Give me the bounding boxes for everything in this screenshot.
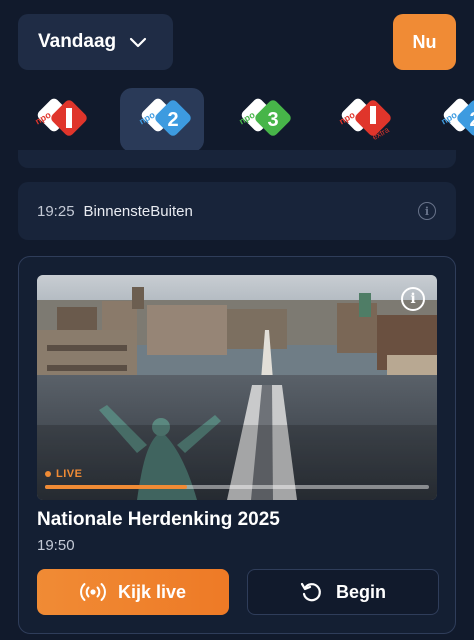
npo1-logo: npo: [29, 98, 87, 142]
live-program-card: i LIVE Nationale Herdenking 2025 19:50 K…: [18, 256, 456, 634]
channel-npo1-extra[interactable]: npo extra: [320, 88, 404, 152]
watch-live-button[interactable]: Kijk live: [37, 569, 229, 615]
tv-guide-page: Vandaag Nu npo npo 2 npo 3 npo extra npo…: [0, 0, 474, 640]
chevron-down-icon: [130, 37, 147, 48]
channel-npo1[interactable]: npo: [16, 88, 100, 152]
svg-text:2: 2: [167, 109, 178, 131]
channel-strip: npo npo 2 npo 3 npo extra npo: [0, 86, 474, 154]
restart-label: Begin: [335, 581, 386, 602]
progress-bar: [45, 485, 429, 489]
now-button[interactable]: Nu: [393, 14, 456, 70]
program-title: Nationale Herdenking 2025: [37, 509, 280, 530]
schedule-row-title: BinnensteBuiten: [83, 202, 193, 220]
broadcast-icon: [80, 583, 106, 601]
program-thumbnail[interactable]: i LIVE: [37, 275, 437, 500]
dam-square-image: [37, 275, 437, 500]
npo1-extra-logo: npo extra: [333, 98, 391, 142]
live-dot: [45, 471, 51, 477]
restart-button[interactable]: Begin: [247, 569, 439, 615]
schedule-row[interactable]: 19:25 BinnensteBuiten i: [18, 182, 456, 240]
program-time: 19:50: [37, 537, 75, 554]
progress-fill: [45, 485, 188, 489]
svg-text:2: 2: [469, 109, 474, 131]
day-selector-label: Vandaag: [38, 31, 117, 52]
thumbnail-info-icon[interactable]: i: [401, 287, 425, 311]
previous-program-card: [18, 150, 456, 168]
schedule-row-time: 19:25: [37, 202, 75, 220]
channel-npo2[interactable]: npo 2: [120, 88, 204, 152]
restart-icon: [300, 582, 321, 602]
live-badge: LIVE: [45, 468, 82, 480]
npo2-logo: npo 2: [133, 98, 191, 142]
live-label: LIVE: [56, 468, 83, 480]
svg-text:3: 3: [267, 109, 278, 131]
info-icon[interactable]: i: [418, 202, 436, 220]
watch-live-label: Kijk live: [117, 581, 187, 602]
npo2-extra-logo: npo 2: [435, 98, 474, 142]
npo3-logo: npo 3: [233, 98, 291, 142]
channel-npo3[interactable]: npo 3: [220, 88, 304, 152]
channel-npo2-extra[interactable]: npo 2: [422, 88, 474, 152]
day-selector[interactable]: Vandaag: [18, 14, 173, 70]
